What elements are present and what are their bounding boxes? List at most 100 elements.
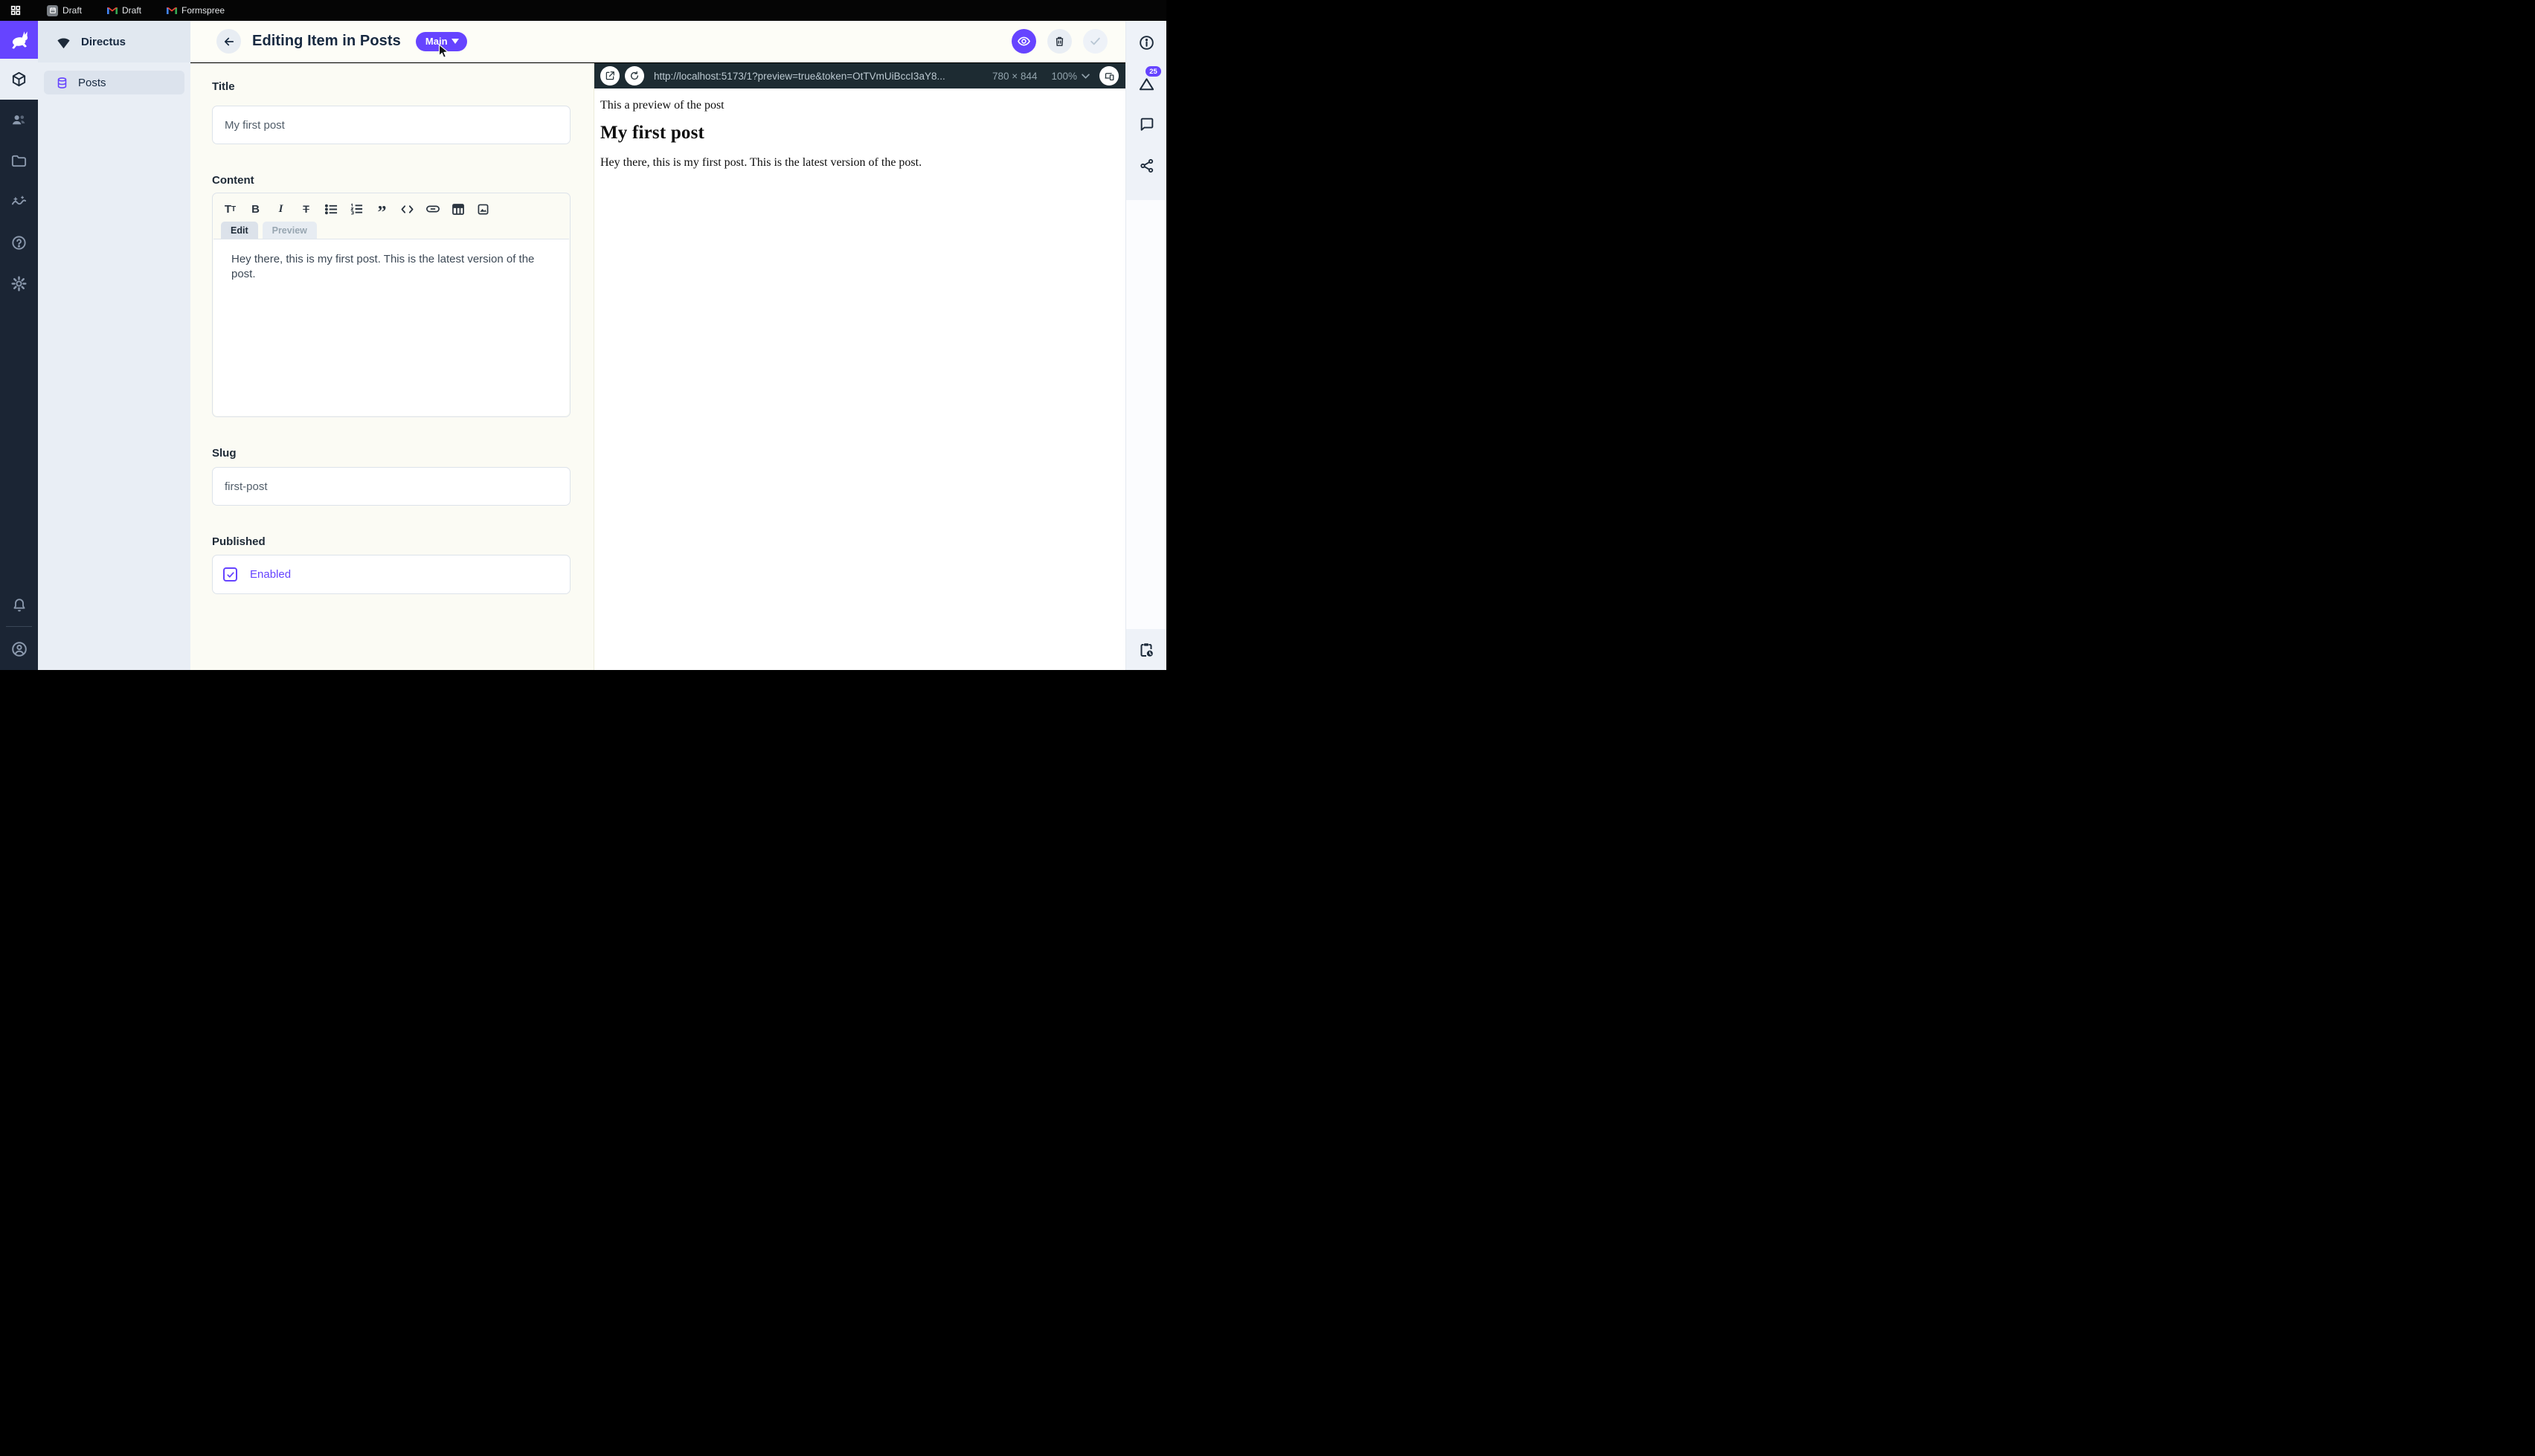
module-users[interactable] — [0, 100, 38, 141]
users-icon — [10, 112, 28, 129]
preview-intro-text: This a preview of the post — [600, 99, 1125, 112]
numbered-list-icon[interactable] — [349, 203, 364, 215]
user-avatar-icon — [10, 640, 28, 658]
quote-icon[interactable]: ” — [374, 202, 390, 216]
information-button[interactable] — [1126, 34, 1167, 51]
chevron-down-icon — [452, 39, 459, 44]
project-fan-icon — [56, 35, 71, 49]
divider — [6, 626, 32, 627]
module-settings[interactable] — [0, 263, 38, 304]
arrow-left-icon — [222, 35, 236, 48]
link-icon[interactable] — [425, 205, 440, 213]
directus-app: Draft Draft Formspree — [0, 0, 1166, 670]
preview-toggle-button[interactable] — [1012, 29, 1036, 54]
module-insights[interactable] — [0, 181, 38, 222]
preview-dimensions: 780 × 844 — [992, 71, 1037, 82]
title-field-label: Title — [212, 80, 235, 93]
module-files[interactable] — [0, 141, 38, 181]
slug-input[interactable]: first-post — [212, 467, 571, 506]
item-edit-form: Title My first post Content TT B I T ” — [190, 63, 594, 670]
strikethrough-icon[interactable]: T — [298, 203, 314, 215]
preview-toolbar: http://localhost:5173/1?preview=true&tok… — [594, 63, 1125, 88]
project-header[interactable]: Directus — [38, 21, 190, 62]
browser-tab-formspree[interactable]: Formspree — [167, 5, 225, 16]
preview-heading: My first post — [600, 123, 1125, 144]
markdown-textarea[interactable]: Hey there, this is my first post. This i… — [213, 239, 569, 416]
tab-grid-icon[interactable] — [10, 4, 22, 16]
back-button[interactable] — [216, 29, 241, 54]
bold-icon[interactable]: B — [248, 203, 263, 216]
title-value: My first post — [225, 119, 285, 132]
live-preview-pane: http://localhost:5173/1?preview=true&tok… — [594, 63, 1125, 670]
folder-icon — [10, 152, 28, 170]
module-content[interactable] — [0, 59, 38, 100]
info-icon — [1138, 34, 1155, 51]
right-sidebar: 25 — [1125, 21, 1166, 670]
chevron-down-icon — [1082, 74, 1090, 79]
preview-body-text: Hey there, this is my first post. This i… — [600, 156, 1125, 170]
markdown-editor: TT B I T ” — [212, 193, 571, 417]
editor-tabs: Edit Preview — [213, 222, 570, 239]
sidebar-item-posts[interactable]: Posts — [44, 71, 184, 94]
share-icon — [1139, 158, 1155, 174]
save-button[interactable] — [1083, 29, 1108, 54]
directus-logo[interactable] — [0, 21, 38, 59]
calendar-icon — [47, 5, 58, 16]
preview-document: This a preview of the post My first post… — [594, 88, 1125, 170]
preview-url[interactable]: http://localhost:5173/1?preview=true&tok… — [654, 71, 982, 82]
help-icon — [10, 234, 28, 251]
gear-icon — [10, 275, 28, 292]
tab-edit[interactable]: Edit — [221, 222, 258, 239]
tab-label: Formspree — [181, 5, 225, 16]
box-icon — [10, 71, 28, 88]
comments-button[interactable] — [1126, 116, 1167, 132]
browser-tab-bar: Draft Draft Formspree — [0, 0, 1166, 21]
bulleted-list-icon[interactable] — [324, 204, 339, 215]
published-checkbox-label[interactable]: Enabled — [250, 568, 291, 581]
refresh-button[interactable] — [625, 66, 644, 86]
tab-label: Draft — [122, 5, 141, 16]
table-icon[interactable] — [450, 204, 466, 215]
checkbox-checked-icon[interactable] — [223, 567, 237, 582]
code-icon[interactable] — [399, 204, 415, 214]
shares-button[interactable] — [1126, 158, 1167, 174]
slug-value: first-post — [225, 480, 268, 493]
preview-zoom-select[interactable]: 100% — [1051, 71, 1090, 82]
delete-button[interactable] — [1047, 29, 1072, 54]
alert-triangle-icon — [1138, 76, 1155, 93]
module-help[interactable] — [0, 222, 38, 263]
tab-preview[interactable]: Preview — [263, 222, 317, 239]
bell-icon — [11, 597, 28, 613]
user-menu-button[interactable] — [0, 631, 38, 667]
title-input[interactable]: My first post — [212, 106, 571, 144]
format-size-icon[interactable]: TT — [222, 203, 238, 216]
zoom-value: 100% — [1051, 71, 1077, 82]
database-icon — [56, 77, 68, 89]
notifications-button[interactable] — [0, 589, 38, 622]
pending-revisions-cell[interactable] — [1126, 629, 1166, 670]
image-icon[interactable] — [475, 204, 491, 215]
gmail-icon — [167, 7, 177, 15]
device-size-button[interactable] — [1099, 66, 1119, 86]
gmail-icon — [107, 7, 118, 15]
published-field-label: Published — [212, 535, 266, 548]
page-title: Editing Item in Posts — [252, 33, 401, 50]
check-icon — [1089, 35, 1102, 48]
trash-icon — [1053, 35, 1066, 48]
page-header: Editing Item in Posts Main — [190, 21, 1125, 62]
editor-toolbar: TT B I T ” — [213, 193, 570, 218]
tab-label: Draft — [62, 5, 82, 16]
notices-button[interactable] — [1126, 76, 1167, 93]
insights-icon — [10, 193, 28, 210]
italic-icon[interactable]: I — [273, 203, 289, 216]
open-in-new-button[interactable] — [600, 66, 620, 86]
mouse-cursor — [438, 44, 449, 59]
notifications-count-badge: 25 — [1146, 66, 1161, 77]
module-bar — [0, 21, 38, 670]
project-name: Directus — [81, 36, 126, 48]
browser-tab-gmail-draft[interactable]: Draft — [107, 5, 141, 16]
header-actions — [1012, 29, 1125, 54]
browser-tab-calendar-draft[interactable]: Draft — [47, 5, 82, 16]
module-bar-bottom — [0, 589, 38, 670]
navigation-sidebar: Directus Posts — [38, 21, 190, 670]
